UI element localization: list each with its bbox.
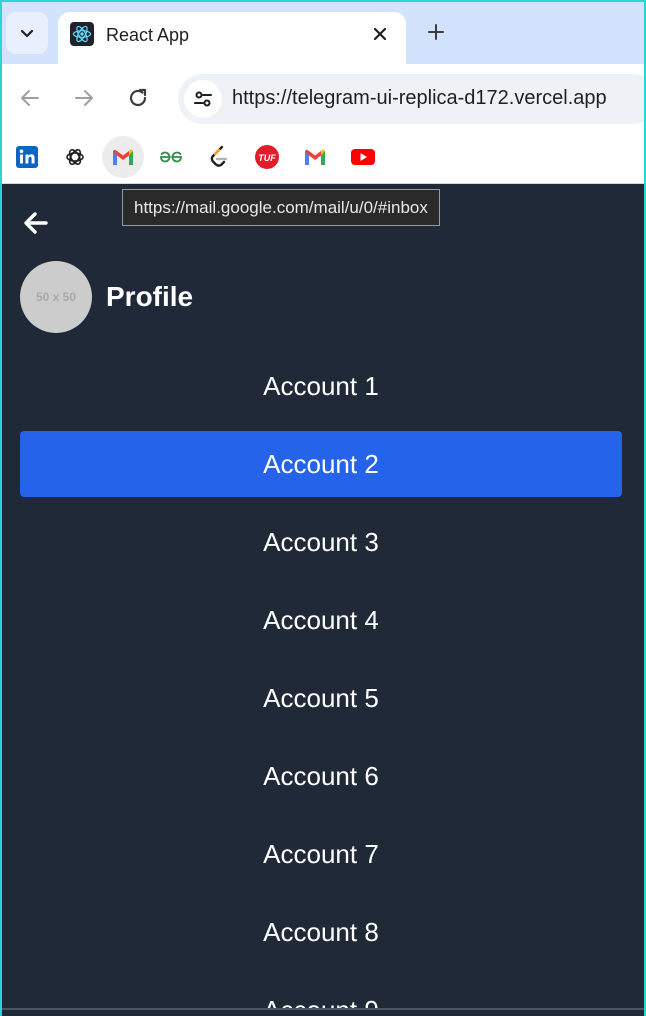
tuf-icon: TUF — [255, 145, 279, 169]
bookmarks-bar: TUF — [2, 132, 644, 184]
account-list: Account 1 Account 2 Account 3 Account 4 … — [20, 353, 622, 1016]
account-item[interactable]: Account 6 — [20, 743, 622, 809]
gmail-icon — [305, 149, 325, 165]
svg-text:TUF: TUF — [258, 153, 276, 163]
site-info-icon[interactable] — [184, 80, 222, 118]
chatgpt-icon — [66, 148, 84, 166]
account-item[interactable]: Account 8 — [20, 899, 622, 965]
bookmark-leetcode[interactable] — [198, 136, 240, 178]
account-item-selected[interactable]: Account 2 — [20, 431, 622, 497]
geeksforgeeks-icon — [160, 151, 182, 163]
new-tab-button[interactable] — [418, 14, 454, 50]
arrow-left-icon — [21, 90, 39, 106]
account-item[interactable]: Account 1 — [20, 353, 622, 419]
account-item[interactable]: Account 7 — [20, 821, 622, 887]
bookmark-gmail[interactable] — [102, 136, 144, 178]
tab-title: React App — [106, 25, 190, 45]
chevron-down-icon — [20, 29, 34, 38]
arrow-left-icon — [24, 212, 48, 234]
browser-toolbar: https://telegram-ui-replica-d172.vercel.… — [2, 64, 644, 132]
url-text: https://telegram-ui-replica-d172.vercel.… — [232, 87, 607, 109]
tab-react-app[interactable]: React App — [58, 12, 406, 64]
window-bottom-edge — [2, 1008, 644, 1016]
tab-search-button[interactable] — [6, 12, 48, 54]
back-button[interactable] — [14, 82, 46, 114]
page-title: Profile — [106, 281, 194, 312]
account-item[interactable]: Account 4 — [20, 587, 622, 653]
bookmark-tooltip: https://mail.google.com/mail/u/0/#inbox — [122, 189, 440, 226]
linkedin-icon — [16, 146, 38, 168]
back-arrow-button[interactable] — [20, 207, 52, 239]
gmail-icon — [113, 149, 133, 165]
youtube-icon — [351, 149, 375, 165]
plus-icon — [428, 24, 444, 40]
leetcode-icon — [210, 145, 228, 167]
address-bar[interactable]: https://telegram-ui-replica-d172.vercel.… — [178, 74, 644, 124]
reload-button[interactable] — [122, 82, 154, 114]
reload-icon — [129, 88, 147, 107]
bookmark-gmail-2[interactable] — [294, 136, 336, 178]
forward-button[interactable] — [68, 82, 100, 114]
arrow-right-icon — [75, 90, 93, 106]
account-item[interactable]: Account 5 — [20, 665, 622, 731]
close-icon[interactable] — [368, 22, 392, 46]
bookmark-youtube[interactable] — [342, 136, 384, 178]
react-logo-icon — [70, 22, 94, 46]
avatar: 50 x 50 — [20, 261, 92, 333]
bookmark-takeuforward[interactable]: TUF — [246, 136, 288, 178]
bookmark-geeksforgeeks[interactable] — [150, 136, 192, 178]
account-item[interactable]: Account 3 — [20, 509, 622, 575]
bookmark-linkedin[interactable] — [6, 136, 48, 178]
tab-strip: React App — [2, 2, 644, 64]
browser-window: React App https://telegram-ui-replica-d1… — [0, 0, 646, 1016]
bookmark-chatgpt[interactable] — [54, 136, 96, 178]
app-page: 50 x 50 Profile Account 1 Account 2 Acco… — [2, 185, 644, 1016]
